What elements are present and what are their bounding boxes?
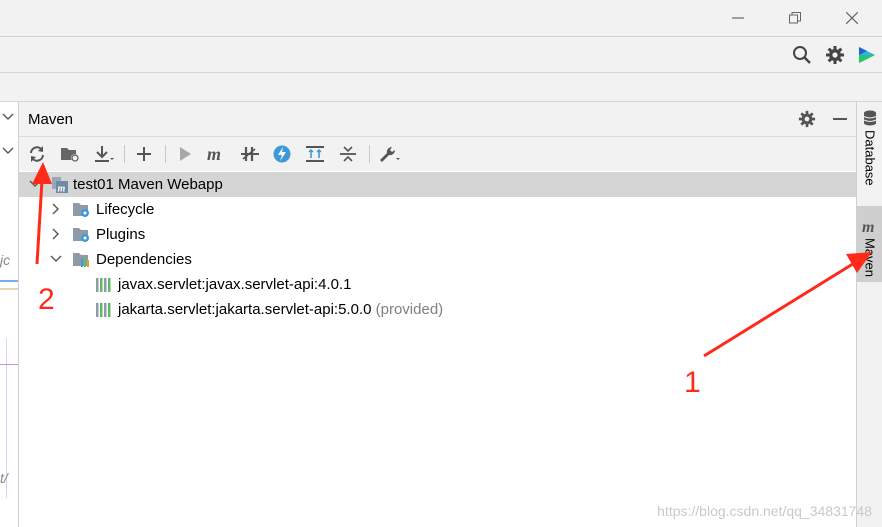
maven-header: Maven xyxy=(19,102,856,137)
code-fragment: jc xyxy=(0,252,11,268)
dependency-coordinates: jakarta.servlet:jakarta.servlet-api:5.0.… xyxy=(118,301,372,318)
chevron-down-icon[interactable] xyxy=(28,177,42,191)
gear-icon xyxy=(798,110,816,128)
guide-line xyxy=(0,364,18,365)
execute-goal-button[interactable]: m xyxy=(206,143,228,165)
maven-settings-wrench-button[interactable] xyxy=(378,143,400,165)
toolbar-separator xyxy=(369,145,370,163)
toolbar-separator xyxy=(124,145,125,163)
reload-button[interactable] xyxy=(26,143,48,165)
expand-diagram-icon xyxy=(306,146,324,162)
dependency-scope: (provided) xyxy=(375,301,444,318)
folder-refresh-icon xyxy=(61,148,79,162)
highlight-bar xyxy=(0,288,18,290)
close-button[interactable] xyxy=(832,4,872,32)
restore-button[interactable] xyxy=(775,4,815,32)
skip-tests-button[interactable] xyxy=(271,143,293,165)
title-bar xyxy=(0,0,882,36)
close-icon xyxy=(846,12,858,24)
dependency-label: javax.servlet:javax.servlet-api:4.0.1 xyxy=(118,276,352,293)
search-icon xyxy=(793,46,811,64)
generate-sources-button[interactable] xyxy=(59,143,81,165)
watermark: https://blog.csdn.net/qq_34831748 xyxy=(657,503,872,519)
annotation-label-2: 2 xyxy=(38,283,55,316)
tree-item-lifecycle[interactable]: Lifecycle xyxy=(19,197,856,222)
minimize-icon xyxy=(833,118,847,120)
lifecycle-label: Lifecycle xyxy=(96,201,155,218)
download-icon xyxy=(95,146,114,162)
play-icon xyxy=(180,147,191,161)
maven-project-icon: m xyxy=(52,177,68,195)
tree-item-plugins[interactable]: Plugins xyxy=(19,222,856,247)
download-sources-button[interactable] xyxy=(93,143,115,165)
editor-fragment: jc t/ xyxy=(0,102,19,527)
chevron-down-icon[interactable] xyxy=(49,252,63,266)
lightning-icon xyxy=(273,145,291,163)
maven-m-icon: m xyxy=(862,220,874,234)
chevron-down-icon xyxy=(2,144,14,162)
library-icon xyxy=(96,303,111,317)
maven-m-icon: m xyxy=(207,146,221,162)
svg-text:m: m xyxy=(862,220,874,234)
chevron-right-icon[interactable] xyxy=(49,227,63,241)
run-button[interactable] xyxy=(174,143,196,165)
add-maven-project-button[interactable] xyxy=(133,143,155,165)
tree-item-dependency[interactable]: javax.servlet:javax.servlet-api:4.0.1 xyxy=(19,272,856,297)
folder-gear-icon xyxy=(73,203,89,217)
maven-project-tree: m test01 Maven Webapp Lifecycle Plugins xyxy=(19,171,856,527)
gear-icon xyxy=(826,46,844,64)
maven-panel-title: Maven xyxy=(28,111,74,128)
database-tab-label: Database xyxy=(862,130,878,186)
code-fragment: t/ xyxy=(0,470,8,486)
database-icon xyxy=(863,110,877,126)
maven-tool-window: Maven m m test01 Maven Webapp Lifecycle … xyxy=(19,102,856,527)
library-icon xyxy=(96,278,111,292)
plugins-label: Plugins xyxy=(96,226,146,243)
tree-item-project[interactable]: m test01 Maven Webapp xyxy=(19,172,856,197)
svg-text:m: m xyxy=(58,184,66,195)
database-tool-tab[interactable]: Database xyxy=(857,110,882,202)
chevron-down-icon xyxy=(2,110,14,128)
project-name: test01 Maven Webapp xyxy=(73,176,223,193)
minimize-button[interactable] xyxy=(718,4,758,32)
minimize-icon xyxy=(732,17,744,19)
ide-plugin-button[interactable] xyxy=(857,45,877,65)
maven-tab-label: Maven xyxy=(862,238,878,278)
right-tool-strip: Database m Maven xyxy=(856,102,882,527)
collapse-all-button[interactable] xyxy=(337,143,359,165)
folder-library-icon xyxy=(73,253,89,267)
refresh-icon xyxy=(30,146,44,162)
tree-item-dependencies[interactable]: Dependencies xyxy=(19,247,856,272)
tab-row xyxy=(0,73,882,101)
plus-icon xyxy=(137,147,151,161)
plugin-logo-icon xyxy=(859,47,875,63)
chevron-right-icon[interactable] xyxy=(49,202,63,216)
dependency-label: jakarta.servlet:jakarta.servlet-api:5.0.… xyxy=(118,301,443,318)
toggle-offline-button[interactable] xyxy=(239,143,261,165)
maven-settings-button[interactable] xyxy=(798,110,816,128)
show-dependencies-button[interactable] xyxy=(304,143,326,165)
settings-button[interactable] xyxy=(825,45,845,65)
folder-gear-icon xyxy=(73,228,89,242)
tree-item-dependency[interactable]: jakarta.servlet:jakarta.servlet-api:5.0.… xyxy=(19,297,856,322)
maven-toolbar: m xyxy=(19,137,856,171)
hide-panel-button[interactable] xyxy=(831,110,849,128)
svg-text:m: m xyxy=(207,146,221,162)
highlight-bar xyxy=(0,280,18,282)
toolbar-separator xyxy=(165,145,166,163)
collapse-icon xyxy=(340,146,356,162)
offline-icon xyxy=(241,147,259,161)
dependencies-label: Dependencies xyxy=(96,251,192,268)
annotation-label-1: 1 xyxy=(684,366,701,399)
restore-icon xyxy=(789,12,801,24)
maven-tool-tab[interactable]: m Maven xyxy=(857,206,882,282)
main-toolbar xyxy=(0,37,882,72)
wrench-icon xyxy=(380,146,400,162)
search-button[interactable] xyxy=(792,45,812,65)
